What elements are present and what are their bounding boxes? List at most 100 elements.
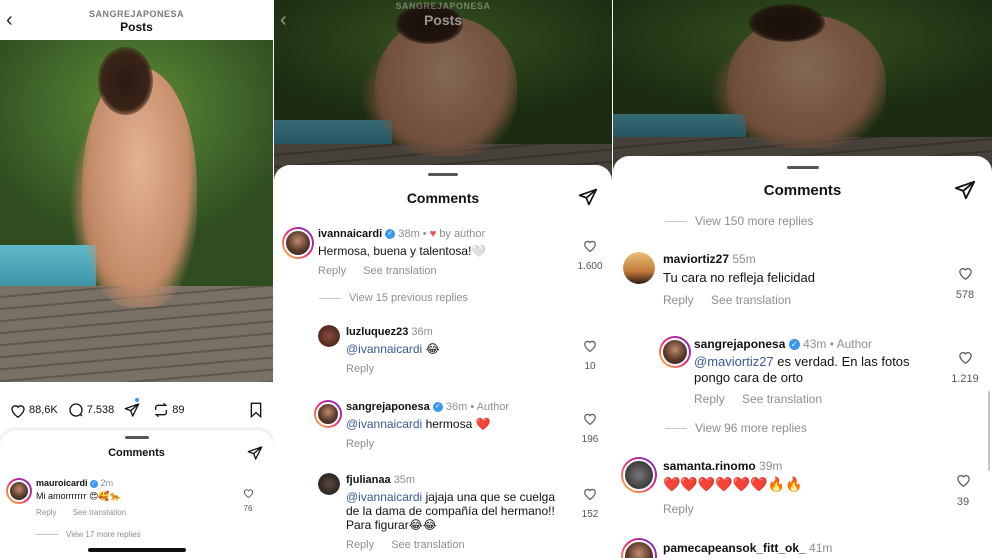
comment-action[interactable]: 7.538 (68, 402, 115, 418)
heart-icon (958, 268, 972, 281)
comment-text: 😂 (425, 342, 440, 356)
see-translation-button[interactable]: See translation (391, 539, 464, 551)
comment-count: 7.538 (86, 404, 115, 416)
reply-button[interactable]: Reply (318, 265, 346, 277)
comment-text: Mi amorrrrrrr 😍🥰🐆 (36, 491, 121, 501)
avatar[interactable] (659, 336, 691, 368)
reply-button[interactable]: Reply (346, 438, 374, 450)
like-count: 1.219 (951, 373, 979, 385)
avatar[interactable] (318, 473, 340, 495)
sheet-title: Comments (406, 190, 480, 206)
verified-icon: ✓ (788, 339, 800, 351)
panel-comments-view: ‹ SANGREJAPONESA Posts Comments ivannaic… (274, 0, 612, 558)
comment-like[interactable]: 578 (945, 266, 985, 301)
comment-username[interactable]: mauroicardi (36, 478, 88, 488)
comment-like[interactable]: 76 (238, 488, 258, 513)
reply-button[interactable]: Reply (694, 392, 725, 406)
comment-username[interactable]: sangrejaponesa (694, 337, 785, 351)
comment-time: 41m (809, 541, 833, 555)
comment-time: 36m (411, 326, 433, 338)
comment-username[interactable]: maviortiz27 (663, 252, 729, 266)
panel-comments-replies: Comments View 150 more replies maviortiz… (613, 0, 992, 558)
comment-like[interactable]: 1.600 (573, 239, 607, 272)
comments-sheet: Comments View 150 more replies maviortiz… (613, 156, 992, 558)
send-icon[interactable] (247, 445, 263, 461)
comment-text-line2: pongo cara de orto (694, 370, 804, 385)
reply-button[interactable]: Reply (663, 293, 694, 307)
avatar[interactable] (314, 400, 342, 428)
avatar[interactable] (318, 325, 340, 347)
comment: mauroicardi ✓ 2m Mi amorrrrrrr 😍🥰🐆 Reply… (6, 478, 266, 528)
post-photo[interactable] (0, 40, 273, 382)
see-translation-button[interactable]: See translation (363, 265, 436, 277)
author-badge: Author (836, 337, 872, 351)
heart-icon (243, 489, 253, 499)
sheet-title: Comments (763, 182, 842, 199)
comment-text: hermosa ❤️ (425, 417, 491, 431)
comment: ivannaicardi ✓ 38m • ♥ by author Hermosa… (282, 227, 607, 285)
avatar[interactable] (623, 252, 655, 284)
comment-time: 55m (732, 252, 756, 266)
comment-username[interactable]: ivannaicardi (318, 228, 382, 240)
comment-mention[interactable]: @ivannaicardi (346, 342, 422, 356)
view-more-replies[interactable]: View 150 more replies (665, 214, 814, 228)
avatar[interactable] (621, 457, 657, 493)
repost-action[interactable]: 89 (153, 402, 185, 418)
back-arrow-icon[interactable]: ‹ (280, 10, 287, 30)
comment-like[interactable]: 1.219 (945, 350, 985, 385)
view-more-replies[interactable]: View 96 more replies (665, 421, 807, 435)
like-count: 196 (581, 434, 599, 445)
comment-text: ❤️❤️❤️❤️❤️❤️🔥🔥 (663, 476, 803, 492)
heart-icon (584, 340, 596, 353)
header-username: SANGREJAPONESA (395, 1, 491, 11)
comment-username[interactable]: samanta.rinomo (663, 459, 756, 473)
like-action[interactable]: 88,6K (10, 403, 58, 418)
comment-like[interactable]: 10 (573, 339, 607, 372)
comment-like[interactable]: 196 (573, 412, 607, 445)
avatar[interactable] (282, 227, 314, 259)
comment-username[interactable]: sangrejaponesa (346, 401, 430, 413)
see-translation-button[interactable]: See translation (73, 508, 126, 517)
comment-text: Hermosa, buena y talentosa!🤍 (318, 244, 487, 258)
reply-button[interactable]: Reply (346, 539, 374, 551)
sheet-grabber[interactable] (124, 436, 149, 439)
sheet-grabber[interactable] (786, 166, 819, 169)
reply-button[interactable]: Reply (346, 363, 374, 375)
avatar[interactable] (6, 478, 32, 504)
comments-sheet: Comments ivannaicardi ✓ 38m • ♥ by autho… (274, 165, 612, 558)
comment-time: 2m (100, 478, 114, 488)
comment-reply: luzluquez23 36m @ivannaicardi 😂 Reply 10 (318, 325, 607, 375)
like-count: 1.600 (577, 261, 603, 272)
comment-username[interactable]: luzluquez23 (346, 326, 408, 338)
comment-text: Tu cara no refleja felicidad (663, 270, 815, 285)
comment-username[interactable]: pamecapeansok_fitt_ok_ (663, 541, 806, 555)
send-icon[interactable] (954, 179, 976, 201)
heart-icon (958, 352, 972, 365)
share-action[interactable] (124, 402, 143, 418)
header-username: SANGREJAPONESA (88, 9, 185, 19)
sheet-grabber[interactable] (428, 173, 458, 176)
see-translation-button[interactable]: See translation (742, 392, 822, 406)
comment-like[interactable]: 152 (573, 487, 607, 520)
back-arrow-icon[interactable]: ‹ (6, 10, 13, 30)
comment-mention[interactable]: @maviortiz27 (694, 354, 774, 369)
bookmark-icon[interactable] (249, 402, 263, 418)
home-indicator (87, 548, 186, 552)
avatar[interactable] (621, 538, 657, 558)
see-translation-button[interactable]: See translation (711, 293, 791, 307)
reply-button[interactable]: Reply (36, 508, 56, 517)
verified-icon: ✓ (385, 229, 396, 240)
heart-icon (11, 404, 25, 418)
comment-time: 43m (803, 337, 827, 351)
view-more-replies[interactable]: View 17 more replies (36, 530, 141, 539)
comment-like[interactable]: 39 (943, 473, 983, 508)
comment-mention[interactable]: @ivannaicardi (346, 417, 422, 431)
comment-reply: sangrejaponesa ✓ 36m • Author @ivannaica… (314, 400, 607, 450)
reply-button[interactable]: Reply (663, 502, 694, 516)
comment-username[interactable]: fjulianaa (346, 474, 391, 486)
send-icon[interactable] (578, 187, 598, 207)
comment-mention[interactable]: @ivannaicardi (346, 490, 422, 504)
scrollbar[interactable] (988, 391, 990, 471)
view-previous-replies[interactable]: View 15 previous replies (319, 292, 468, 304)
comment-text-line2: de la dama de compañía del hermano!! (346, 504, 555, 518)
